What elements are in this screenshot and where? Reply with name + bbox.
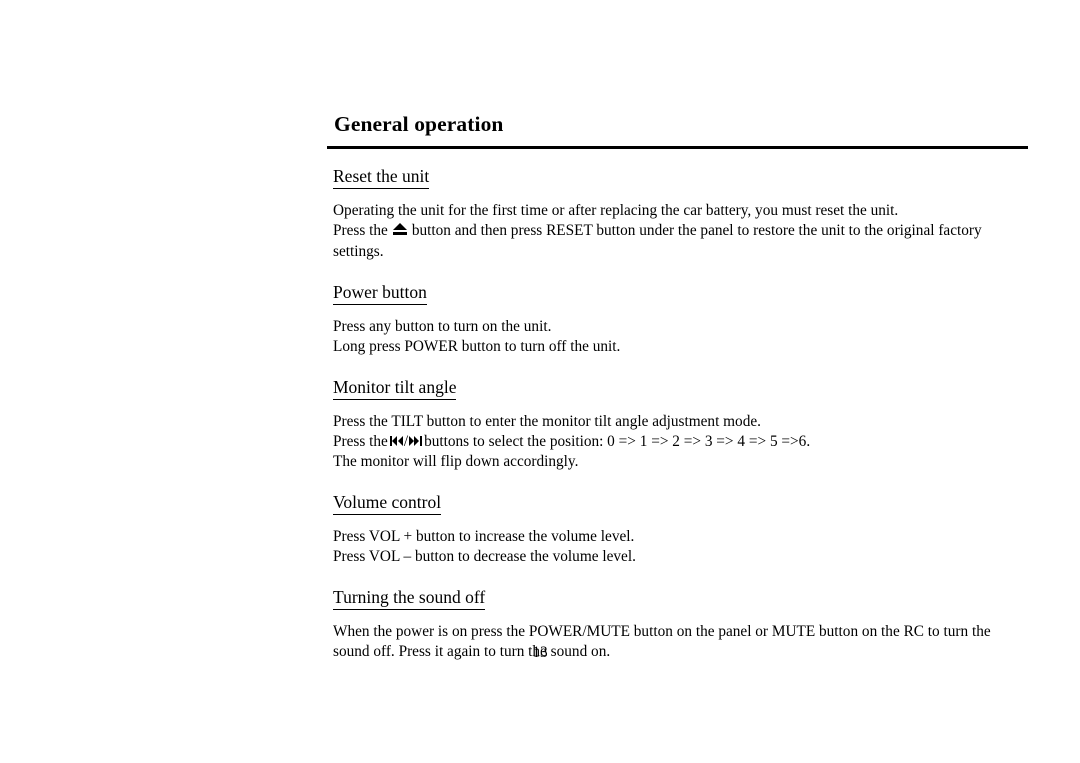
section-heading-turning-the-sound-off: Turning the sound off <box>333 587 1029 611</box>
paragraph-line-with-eject-icon: Press the button and then press RESET but… <box>333 221 1029 261</box>
section-heading-monitor-tilt-angle: Monitor tilt angle <box>333 377 1029 400</box>
section-heading-text: Volume control <box>333 492 442 516</box>
paragraph-line: Press VOL – button to decrease the volum… <box>333 548 636 566</box>
skip-forward-icon <box>408 435 423 447</box>
eject-icon <box>392 223 408 236</box>
section-heading-text: Reset the unit <box>333 166 430 190</box>
line-prefix-text: Press the <box>333 432 388 450</box>
section-heading-volume-control: Volume control <box>333 492 1029 516</box>
section-heading-power-button: Power button <box>333 282 1029 305</box>
section-heading-reset-the-unit: Reset the unit <box>333 166 1029 190</box>
skip-backward-icon <box>389 435 404 447</box>
section-monitor-tilt-angle: Monitor tilt angle Press the TILT button… <box>333 377 1029 472</box>
section-body-power-button: Press any button to turn on the unit. Lo… <box>333 317 1029 357</box>
section-reset-the-unit: Reset the unit Operating the unit for th… <box>333 166 1029 261</box>
section-heading-text: Monitor tilt angle <box>333 377 457 400</box>
section-heading-text: Turning the sound off <box>333 587 486 611</box>
page-title: General operation <box>334 112 504 136</box>
page-content: General operation Reset the unit Operati… <box>327 112 1029 662</box>
paragraph-line: The monitor will flip down accordingly. <box>333 453 579 471</box>
paragraph-line: Press VOL + button to increase the volum… <box>333 528 635 546</box>
line-suffix-text: button and then press RESET button under… <box>333 222 982 260</box>
section-body-volume-control: Press VOL + button to increase the volum… <box>333 527 1029 567</box>
paragraph-line: Long press POWER button to turn off the … <box>333 337 621 355</box>
line-suffix-text: buttons to select the position: 0 => 1 =… <box>424 432 811 450</box>
paragraph-line: Operating the unit for the first time or… <box>333 202 899 220</box>
section-volume-control: Volume control Press VOL + button to inc… <box>333 492 1029 567</box>
paragraph-line: Press the TILT button to enter the monit… <box>333 412 761 430</box>
section-heading-text: Power button <box>333 282 427 305</box>
paragraph-line: Press any button to turn on the unit. <box>333 317 552 335</box>
section-body-reset-the-unit: Operating the unit for the first time or… <box>333 201 1029 261</box>
paragraph-line-with-skip-icons: Press the / buttons to select the position… <box>333 432 1029 452</box>
page-number: 13 <box>532 644 548 661</box>
line-prefix-text: Press the <box>333 222 388 240</box>
section-body-monitor-tilt-angle: Press the TILT button to enter the monit… <box>333 412 1029 472</box>
document-page: General operation Reset the unit Operati… <box>0 0 1080 763</box>
section-power-button: Power button Press any button to turn on… <box>333 282 1029 357</box>
